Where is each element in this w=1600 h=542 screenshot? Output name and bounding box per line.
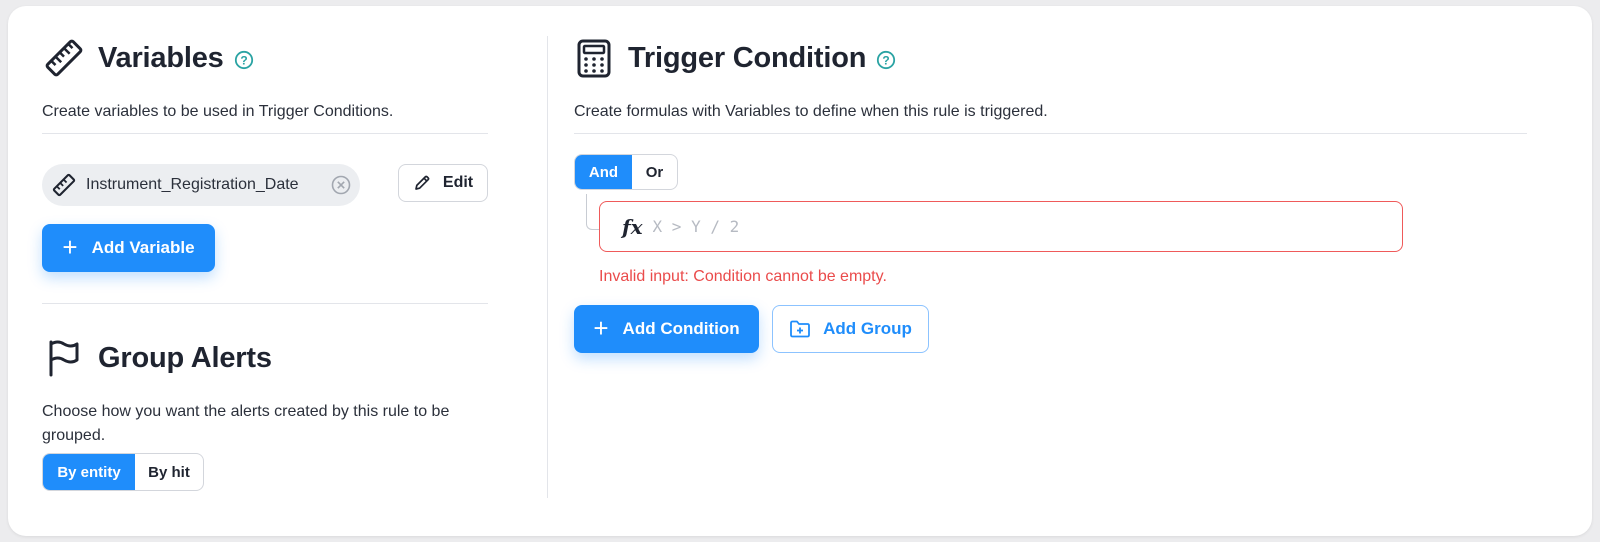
folder-plus-icon xyxy=(789,319,811,339)
ruler-icon xyxy=(44,38,84,78)
group-alerts-description: Choose how you want the alerts created b… xyxy=(42,403,450,444)
add-variable-label: Add Variable xyxy=(91,238,195,257)
variables-description: Create variables to be used in Trigger C… xyxy=(42,103,394,120)
divider xyxy=(42,133,488,134)
variable-chip-label: Instrument_Registration_Date xyxy=(86,176,299,193)
svg-text:?: ? xyxy=(240,54,247,68)
variables-help-icon[interactable]: ? xyxy=(234,50,254,70)
edit-variables-button[interactable]: Edit xyxy=(398,164,488,202)
calculator-icon xyxy=(574,38,614,78)
formula-field[interactable]: fx xyxy=(599,201,1403,252)
formula-error-message: Invalid input: Condition cannot be empty… xyxy=(599,268,887,285)
svg-text:?: ? xyxy=(883,54,890,68)
add-condition-button[interactable]: + Add Condition xyxy=(574,305,759,353)
add-condition-label: Add Condition xyxy=(622,319,740,338)
left-column: Variables ? Create variables to be used … xyxy=(42,6,504,536)
trigger-header: Trigger Condition ? xyxy=(574,38,896,78)
group-by-hit-option[interactable]: By hit xyxy=(135,454,203,490)
formula-input[interactable] xyxy=(652,217,1353,236)
trigger-title: Trigger Condition xyxy=(628,41,867,74)
ruler-icon xyxy=(52,173,76,197)
pencil-icon xyxy=(413,174,431,192)
divider xyxy=(574,133,1527,134)
operator-and-option[interactable]: And xyxy=(575,155,632,189)
trigger-description: Create formulas with Variables to define… xyxy=(574,103,1048,120)
variables-header: Variables ? xyxy=(44,38,254,78)
group-alerts-toggle: By entity By hit xyxy=(42,453,204,491)
operator-or-option[interactable]: Or xyxy=(632,155,677,189)
divider xyxy=(42,303,488,304)
edit-label: Edit xyxy=(442,174,474,191)
flag-icon xyxy=(44,338,84,378)
condition-connector xyxy=(586,194,600,230)
variable-chip[interactable]: Instrument_Registration_Date xyxy=(42,164,360,206)
add-variable-button[interactable]: + Add Variable xyxy=(42,224,215,272)
trigger-help-icon[interactable]: ? xyxy=(876,50,896,70)
plus-icon: + xyxy=(593,313,609,343)
group-alerts-title: Group Alerts xyxy=(98,341,272,374)
add-group-button[interactable]: Add Group xyxy=(772,305,929,353)
variables-title: Variables xyxy=(98,41,224,74)
group-alerts-header: Group Alerts xyxy=(44,338,272,378)
plus-icon: + xyxy=(62,232,78,262)
fx-icon: fx xyxy=(622,214,643,239)
operator-toggle: And Or xyxy=(574,154,678,190)
close-circle-icon[interactable] xyxy=(330,174,352,201)
column-divider xyxy=(547,36,548,498)
add-group-label: Add Group xyxy=(823,319,912,338)
group-by-entity-option[interactable]: By entity xyxy=(43,454,135,490)
right-column: Trigger Condition ? Create formulas with… xyxy=(574,6,1534,536)
rule-config-card: Variables ? Create variables to be used … xyxy=(8,6,1592,536)
